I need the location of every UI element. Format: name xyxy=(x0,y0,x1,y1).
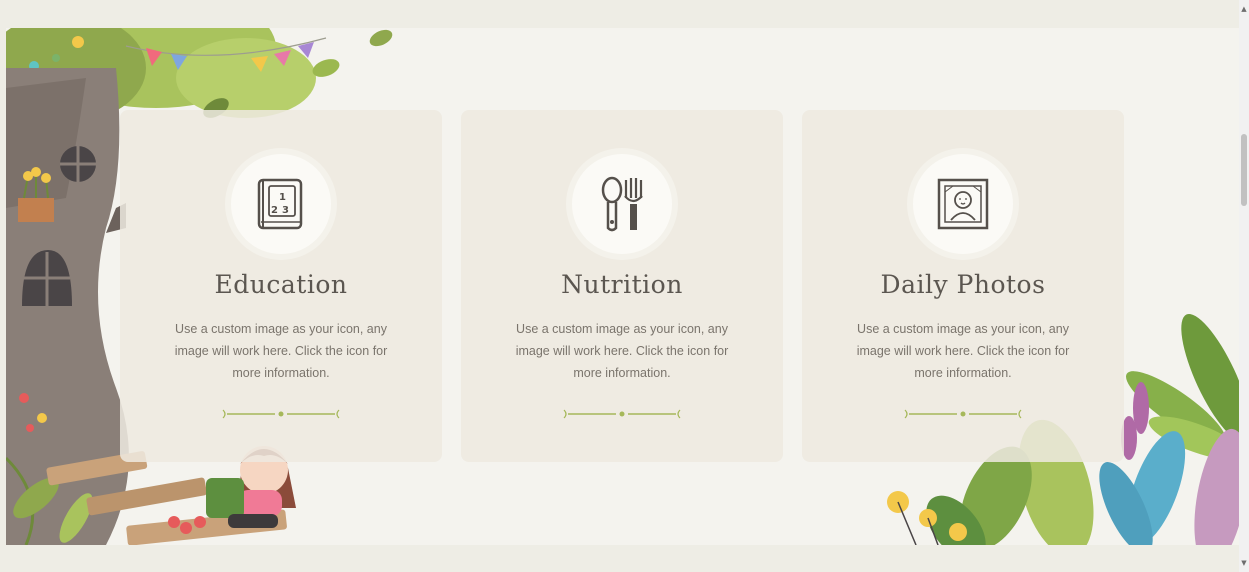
card-title: Education xyxy=(214,270,348,299)
scroll-up-arrow[interactable]: ▲ xyxy=(1239,4,1249,14)
card-description: Use a custom image as your icon, any ima… xyxy=(856,322,1070,380)
spoon-fork-icon xyxy=(601,176,643,232)
book-glyph-2: 2 xyxy=(271,205,278,216)
card-title: Daily Photos xyxy=(880,270,1046,299)
book-glyph-3: 3 xyxy=(282,205,289,216)
feature-card-daily-photos: Daily Photos Use a custom image as your … xyxy=(802,110,1124,462)
baby-photo-frame-icon xyxy=(937,178,989,230)
icon-button-education[interactable]: 1 2 3 xyxy=(231,154,331,254)
vertical-scrollbar[interactable]: ▲ ▼ xyxy=(1239,0,1249,572)
scroll-down-arrow[interactable]: ▼ xyxy=(1239,558,1249,568)
card-title: Nutrition xyxy=(561,270,683,299)
features-section: 1 2 3 Education Use a custom image as yo… xyxy=(6,28,1239,545)
icon-button-daily-photos[interactable] xyxy=(913,154,1013,254)
feature-card-education: 1 2 3 Education Use a custom image as yo… xyxy=(120,110,442,462)
icon-button-nutrition[interactable] xyxy=(572,154,672,254)
decorative-divider xyxy=(222,409,340,419)
decorative-divider xyxy=(563,409,681,419)
book-glyph-1: 1 xyxy=(279,192,286,203)
number-book-icon: 1 2 3 xyxy=(257,178,303,230)
card-description: Use a custom image as your icon, any ima… xyxy=(174,322,388,380)
card-description: Use a custom image as your icon, any ima… xyxy=(515,322,729,380)
page-viewport: 1 2 3 Education Use a custom image as yo… xyxy=(0,0,1249,572)
scroll-thumb[interactable] xyxy=(1241,134,1247,206)
feature-card-nutrition: Nutrition Use a custom image as your ico… xyxy=(461,110,783,462)
decorative-divider xyxy=(904,409,1022,419)
